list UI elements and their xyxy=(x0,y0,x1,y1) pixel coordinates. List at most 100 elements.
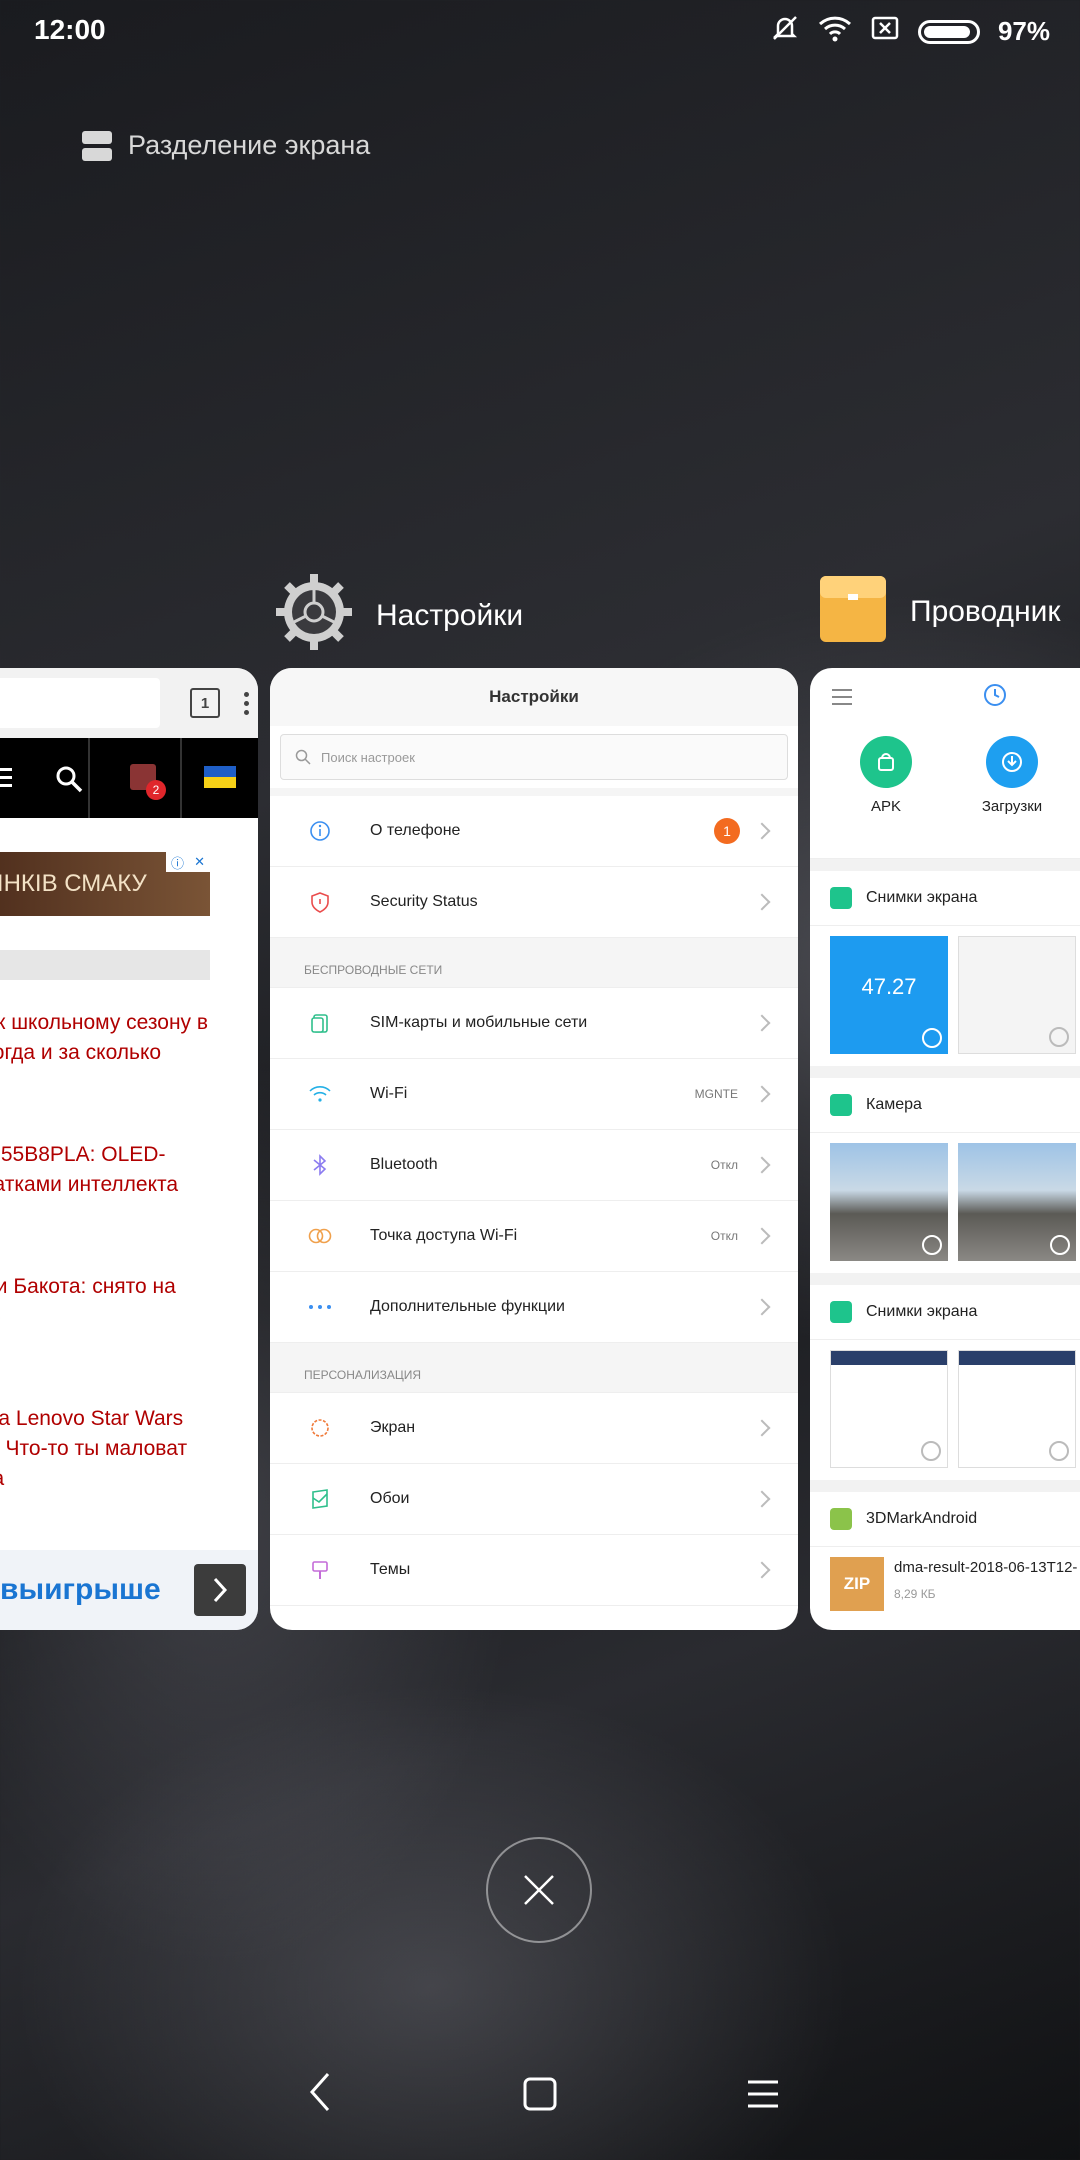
document-icon xyxy=(830,1508,852,1530)
back-button[interactable] xyxy=(306,2070,336,2119)
menu-dots-icon[interactable] xyxy=(244,691,249,715)
downloads-category-button[interactable] xyxy=(986,736,1038,788)
section-title: 3DMarkAndroid xyxy=(866,1510,978,1527)
home-button[interactable] xyxy=(522,2076,558,2117)
section-3dmark[interactable]: 3DMarkAndroid xyxy=(810,1492,1080,1547)
explorer-app-card[interactable]: APK Загрузки Снимки экрана 47.27 Камера xyxy=(810,668,1080,1630)
hamburger-icon[interactable] xyxy=(832,689,852,705)
bottom-banner-text: выигрыше xyxy=(0,1573,161,1606)
photo-thumbnail[interactable] xyxy=(830,1143,948,1261)
battery-icon xyxy=(917,19,980,44)
close-icon xyxy=(524,1875,554,1905)
settings-item-bluetooth[interactable]: Bluetooth Откл xyxy=(270,1130,798,1201)
settings-item-wallpaper[interactable]: Обои xyxy=(270,1464,798,1535)
settings-item-label: Wi-Fi xyxy=(370,1085,408,1102)
brush-icon xyxy=(312,1561,328,1579)
select-circle-icon[interactable] xyxy=(921,1441,941,1461)
ad-banner[interactable]: ДТІНКІВ СМАКУ ⓘ✕ xyxy=(0,852,210,916)
select-circle-icon[interactable] xyxy=(922,1235,942,1255)
section-screenshots[interactable]: Снимки экрана xyxy=(810,871,1080,926)
chevron-right-icon xyxy=(753,1490,771,1508)
nav-divider xyxy=(88,738,90,818)
screenshot-thumbnail[interactable]: 47.27 xyxy=(830,936,948,1054)
clear-all-button[interactable] xyxy=(486,1837,592,1943)
chevron-right-icon xyxy=(753,1419,771,1437)
select-circle-icon[interactable] xyxy=(1049,1441,1070,1461)
section-screenshots[interactable]: Снимки экрана xyxy=(810,1285,1080,1340)
settings-item-security-status[interactable]: Security Status xyxy=(270,867,798,938)
thumb-row xyxy=(810,1340,1080,1480)
chevron-right-icon xyxy=(753,1561,771,1579)
settings-item-label: Темы xyxy=(370,1561,411,1578)
article-link[interactable]: ger к школьному сезону во, когда и за ск… xyxy=(0,1008,258,1068)
select-circle-icon[interactable] xyxy=(1050,1235,1071,1255)
ad-text: ДТІНКІВ СМАКУ xyxy=(0,870,147,897)
settings-app-label: Настройки xyxy=(376,599,524,632)
chevron-right-icon xyxy=(753,893,771,911)
wifi-icon xyxy=(309,1086,331,1102)
file-name: dma-result-2018-06-13T12- xyxy=(894,1559,1078,1576)
recents-button[interactable] xyxy=(746,2078,780,2115)
mute-vibrate-icon xyxy=(770,14,800,49)
zip-file-icon: ZIP xyxy=(830,1557,884,1611)
article-link[interactable]: LED55B8PLA: OLED-задатками интеллекта xyxy=(0,1140,258,1200)
url-bar[interactable] xyxy=(0,678,160,728)
thumb-row: 47.27 xyxy=(810,926,1080,1066)
download-icon xyxy=(1002,752,1022,772)
select-circle-icon[interactable] xyxy=(922,1028,942,1048)
settings-item-display[interactable]: Экран xyxy=(270,1393,798,1464)
battery-percent: 97% xyxy=(997,16,1050,46)
article-link[interactable]: лема Lenovo Star Warsges. Что-то ты мало… xyxy=(0,1404,258,1494)
article-link[interactable]: roff и Бакота: снято наne 5 xyxy=(0,1272,258,1332)
section-camera[interactable]: Камера xyxy=(810,1078,1080,1133)
next-arrow-button[interactable] xyxy=(194,1564,246,1616)
settings-search-input[interactable]: Поиск настроек xyxy=(280,734,788,780)
browser-app-card[interactable]: 1 2 ДТІНКІВ СМАКУ ⓘ✕ ger к школьному сез… xyxy=(0,668,258,1630)
settings-item-label: Обои xyxy=(370,1490,410,1507)
tabs-button[interactable]: 1 xyxy=(190,688,220,718)
ukraine-flag-icon[interactable] xyxy=(204,766,236,788)
thumb-speed-value: 47.27 xyxy=(861,974,917,999)
file-row[interactable]: ZIP dma-result-2018-06-13T12- 8,29 КБ xyxy=(810,1547,1080,1627)
status-time: 12:00 xyxy=(34,14,106,45)
sim-card-icon xyxy=(311,1014,328,1033)
hotspot-value: Откл xyxy=(710,1229,738,1243)
search-icon[interactable] xyxy=(54,764,84,799)
settings-item-label: Security Status xyxy=(370,893,478,910)
apk-category-button[interactable] xyxy=(860,736,912,788)
settings-item-hotspot[interactable]: Точка доступа Wi-Fi Откл xyxy=(270,1201,798,1272)
photo-thumbnail[interactable] xyxy=(958,1143,1077,1261)
screenshot-thumbnail[interactable] xyxy=(958,936,1077,1054)
shield-icon xyxy=(311,892,329,913)
folder-icon xyxy=(818,572,888,652)
wifi-icon xyxy=(818,14,852,49)
hamburger-icon[interactable] xyxy=(0,768,12,787)
explorer-app-header: Проводник xyxy=(818,572,1061,652)
select-circle-icon[interactable] xyxy=(1049,1027,1070,1047)
clock-icon[interactable] xyxy=(982,682,1008,713)
hotspot-icon xyxy=(308,1228,332,1244)
ad-close-icon[interactable]: ⓘ ✕ xyxy=(166,852,210,872)
settings-item-wifi[interactable]: Wi-Fi MGNTE xyxy=(270,1059,798,1130)
screenshot-thumbnail[interactable] xyxy=(830,1350,948,1468)
settings-app-card[interactable]: Настройки Поиск настроек О телефоне 1 Se… xyxy=(270,668,798,1630)
bottom-banner[interactable]: выигрыше xyxy=(0,1550,258,1630)
settings-item-sim[interactable]: SIM-карты и мобильные сети xyxy=(270,988,798,1059)
section-title: Снимки экрана xyxy=(866,1303,978,1320)
gear-icon xyxy=(274,572,354,660)
settings-item-themes[interactable]: Темы xyxy=(270,1535,798,1606)
screenshot-thumbnail[interactable] xyxy=(958,1350,1077,1468)
site-nav-bar: 2 xyxy=(0,738,258,818)
settings-item-label: Экран xyxy=(370,1419,416,1436)
search-icon xyxy=(295,749,311,765)
no-sim-icon xyxy=(870,14,900,49)
chevron-right-icon xyxy=(753,1085,771,1103)
file-size: 8,29 КБ xyxy=(894,1587,936,1601)
bluetooth-icon xyxy=(313,1154,327,1176)
settings-item-additional[interactable]: Дополнительные функции xyxy=(270,1272,798,1343)
settings-item-about-phone[interactable]: О телефоне 1 xyxy=(270,796,798,867)
image-icon xyxy=(830,1094,852,1116)
section-bar xyxy=(0,950,210,980)
split-screen-button[interactable]: Разделение экрана xyxy=(82,130,370,161)
settings-title: Настройки xyxy=(270,668,798,726)
